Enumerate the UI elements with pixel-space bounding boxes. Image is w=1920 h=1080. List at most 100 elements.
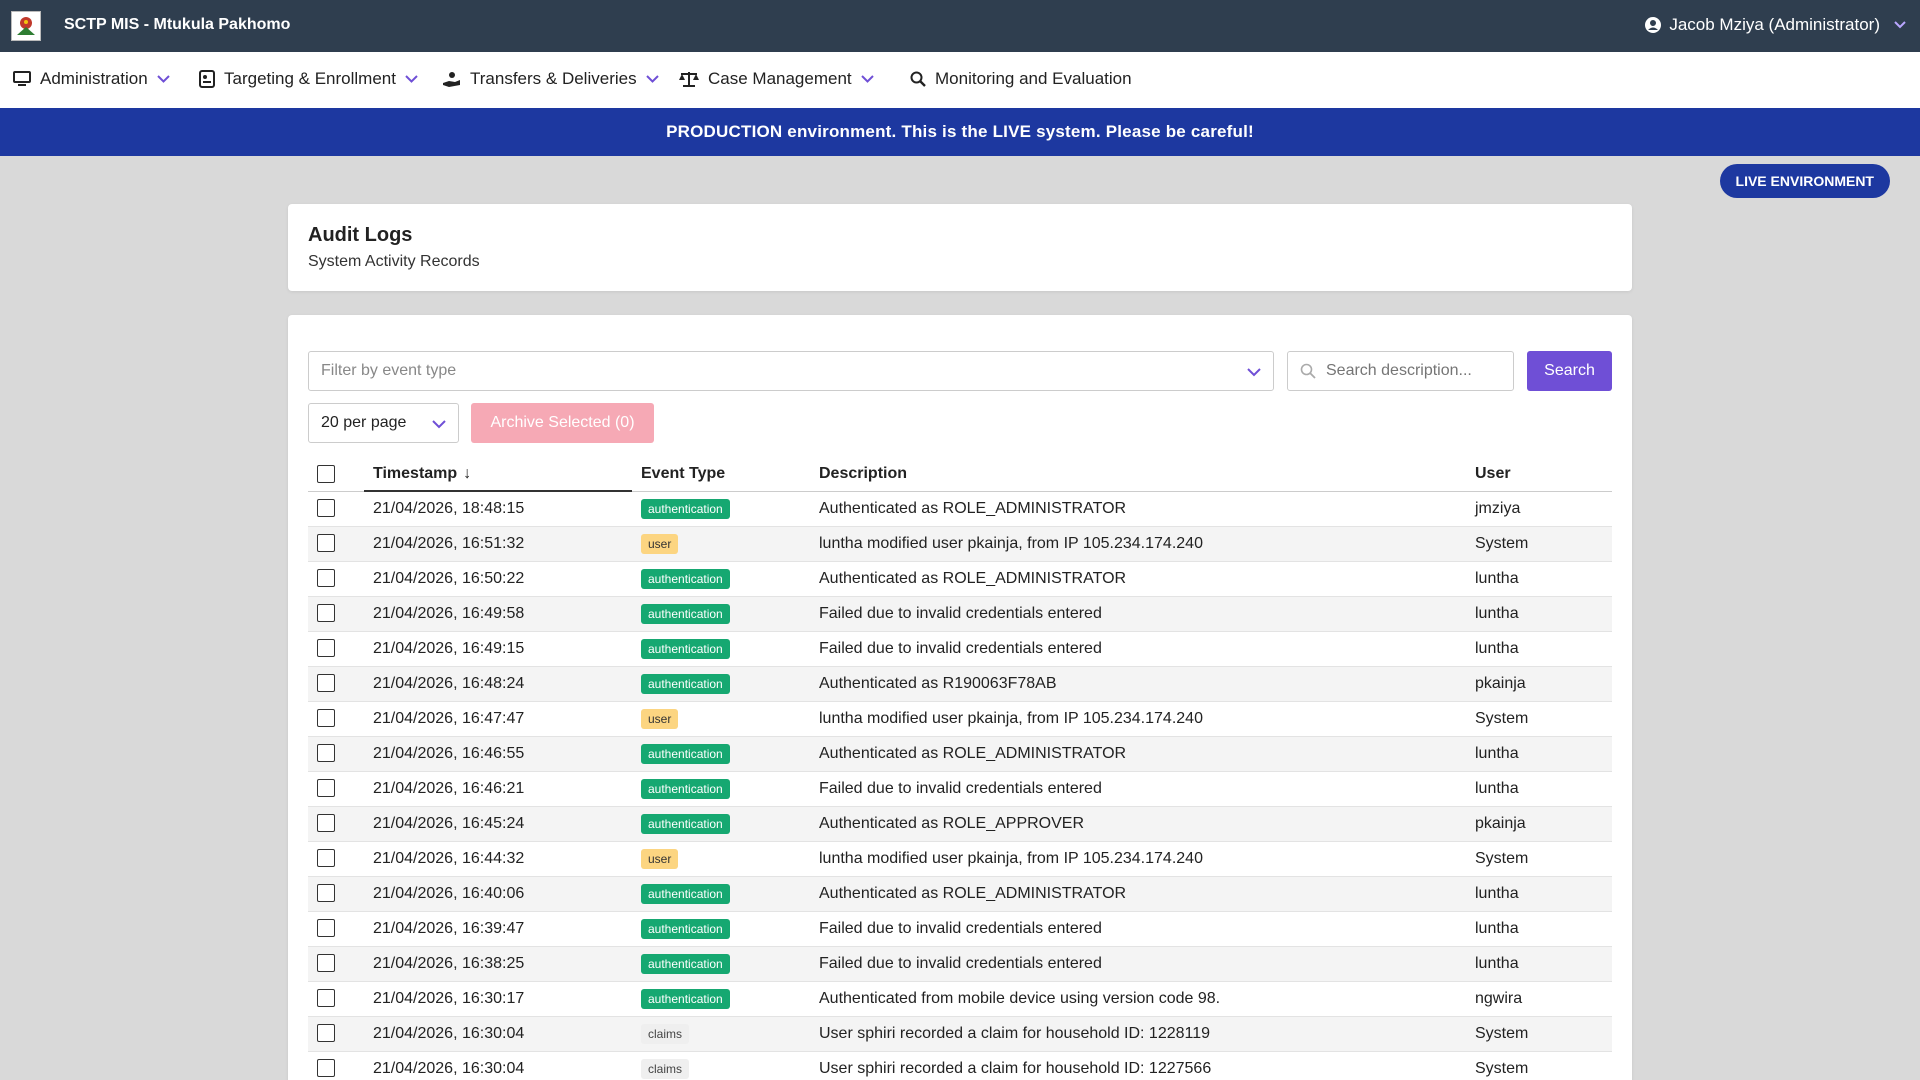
row-select-cell xyxy=(308,561,364,597)
event-type-badge: user xyxy=(641,848,679,869)
row-checkbox[interactable] xyxy=(317,744,335,763)
timestamp-cell: 21/04/2026, 16:40:06 xyxy=(364,876,632,912)
row-select-cell xyxy=(308,876,364,912)
row-checkbox[interactable] xyxy=(317,569,335,588)
timestamp-cell: 21/04/2026, 16:44:32 xyxy=(364,841,632,877)
hand-money-icon xyxy=(443,71,460,87)
event-type-cell: user xyxy=(632,841,810,877)
event-type-cell: authentication xyxy=(632,876,810,912)
user-menu[interactable]: Jacob Mziya (Administrator) xyxy=(1645,15,1906,35)
row-checkbox[interactable] xyxy=(317,709,335,728)
nav-item-transfers-deliveries[interactable]: Transfers & Deliveries xyxy=(442,69,659,89)
search-input[interactable] xyxy=(1326,362,1486,380)
timestamp-cell: 21/04/2026, 16:38:25 xyxy=(364,946,632,982)
timestamp-header-label: Timestamp xyxy=(373,464,458,482)
event-type-badge: authentication xyxy=(641,988,730,1009)
user-cell: luntha xyxy=(1475,911,1612,947)
timestamp-header[interactable]: Timestamp ↓ xyxy=(364,457,632,492)
event-type-badge: authentication xyxy=(641,953,730,974)
row-checkbox[interactable] xyxy=(317,954,335,973)
row-checkbox[interactable] xyxy=(317,1024,335,1043)
page-title: Audit Logs xyxy=(308,224,413,246)
user-menu-label: Jacob Mziya (Administrator) xyxy=(1669,15,1880,34)
user-cell: jmziya xyxy=(1475,491,1612,527)
description-cell: Authenticated as ROLE_ADMINISTRATOR xyxy=(810,491,1475,527)
row-checkbox[interactable] xyxy=(317,674,335,693)
timestamp-cell: 21/04/2026, 16:30:04 xyxy=(364,1016,632,1052)
event-type-filter[interactable]: Filter by event type xyxy=(308,351,1274,391)
timestamp-cell: 21/04/2026, 16:45:24 xyxy=(364,806,632,842)
app-logo[interactable] xyxy=(11,11,41,41)
event-type-cell: claims xyxy=(632,1016,810,1052)
row-select-cell xyxy=(308,946,364,982)
chevron-down-icon xyxy=(645,75,659,83)
table-row[interactable]: 21/04/2026, 16:30:17 authentication Authen… xyxy=(308,981,1612,1017)
table-row[interactable]: 21/04/2026, 16:50:22 authentication Authen… xyxy=(308,561,1612,597)
select-all-cell xyxy=(308,457,364,492)
chevron-down-icon xyxy=(1894,21,1906,29)
table-row[interactable]: 21/04/2026, 18:48:15 authentication Authen… xyxy=(308,491,1612,527)
event-type-cell: authentication xyxy=(632,561,810,597)
description-cell: Authenticated as ROLE_APPROVER xyxy=(810,806,1475,842)
select-all-checkbox[interactable] xyxy=(317,464,335,483)
table-row[interactable]: 21/04/2026, 16:39:47 authentication Failed… xyxy=(308,911,1612,947)
event-type-cell: authentication xyxy=(632,806,810,842)
table-row[interactable]: 21/04/2026, 16:45:24 authentication Authen… xyxy=(308,806,1612,842)
row-checkbox[interactable] xyxy=(317,989,335,1008)
user-cell: luntha xyxy=(1475,596,1612,632)
table-row[interactable]: 21/04/2026, 16:51:32 user luntha modified … xyxy=(308,526,1612,562)
user-cell: ngwira xyxy=(1475,981,1612,1017)
event-type-cell: claims xyxy=(632,1051,810,1080)
nav-item-administration[interactable]: Administration xyxy=(13,69,170,89)
table-row[interactable]: 21/04/2026, 16:30:04 claims User sphiri re… xyxy=(308,1016,1612,1052)
table-row[interactable]: 21/04/2026, 16:47:47 user luntha modified … xyxy=(308,701,1612,737)
description-cell: Failed due to invalid credentials entere… xyxy=(810,596,1475,632)
table-row[interactable]: 21/04/2026, 16:49:15 authentication Failed… xyxy=(308,631,1612,667)
table-row[interactable]: 21/04/2026, 16:44:32 user luntha modified … xyxy=(308,841,1612,877)
description-cell: Authenticated as ROLE_ADMINISTRATOR xyxy=(810,876,1475,912)
nav-item-monitoring-evaluation[interactable]: Monitoring and Evaluation xyxy=(910,69,1132,89)
event-type-cell: authentication xyxy=(632,911,810,947)
row-checkbox[interactable] xyxy=(317,499,335,518)
chevron-down-icon xyxy=(432,420,446,429)
table-row[interactable]: 21/04/2026, 16:46:21 authentication Failed… xyxy=(308,771,1612,807)
table-row[interactable]: 21/04/2026, 16:40:06 authentication Authen… xyxy=(308,876,1612,912)
table-row[interactable]: 21/04/2026, 16:48:24 authentication Authen… xyxy=(308,666,1612,702)
table-header-row: Timestamp ↓ Event Type Description User xyxy=(308,457,1612,492)
timestamp-cell: 21/04/2026, 16:30:04 xyxy=(364,1051,632,1080)
per-page-select[interactable]: 20 per page xyxy=(308,403,459,443)
nav-item-targeting-enrollment[interactable]: Targeting & Enrollment xyxy=(199,69,418,89)
table-row[interactable]: 21/04/2026, 16:49:58 authentication Failed… xyxy=(308,596,1612,632)
timestamp-cell: 21/04/2026, 16:49:15 xyxy=(364,631,632,667)
row-checkbox[interactable] xyxy=(317,1059,335,1078)
nav-label: Monitoring and Evaluation xyxy=(935,69,1132,88)
row-checkbox[interactable] xyxy=(317,919,335,938)
row-checkbox[interactable] xyxy=(317,604,335,623)
row-select-cell xyxy=(308,701,364,737)
top-bar: SCTP MIS - Mtukula Pakhomo Jacob Mziya (… xyxy=(0,0,1920,52)
row-checkbox[interactable] xyxy=(317,639,335,658)
row-checkbox[interactable] xyxy=(317,779,335,798)
event-type-filter-placeholder: Filter by event type xyxy=(321,362,457,379)
nav-item-case-management[interactable]: Case Management xyxy=(679,69,874,89)
event-type-cell: user xyxy=(632,701,810,737)
description-cell: luntha modified user pkainja, from IP 10… xyxy=(810,701,1475,737)
app-title[interactable]: SCTP MIS - Mtukula Pakhomo xyxy=(64,16,290,34)
description-cell: Authenticated from mobile device using v… xyxy=(810,981,1475,1017)
description-cell: luntha modified user pkainja, from IP 10… xyxy=(810,526,1475,562)
user-cell: luntha xyxy=(1475,771,1612,807)
scale-icon xyxy=(679,72,699,87)
table-row[interactable]: 21/04/2026, 16:30:04 claims User sphiri re… xyxy=(308,1051,1612,1080)
row-checkbox[interactable] xyxy=(317,849,335,868)
monitor-icon xyxy=(13,71,31,86)
user-cell: pkainja xyxy=(1475,666,1612,702)
archive-selected-button[interactable]: Archive Selected (0) xyxy=(471,403,654,443)
event-type-badge: authentication xyxy=(641,498,730,519)
search-field[interactable] xyxy=(1287,351,1514,391)
row-checkbox[interactable] xyxy=(317,884,335,903)
search-button[interactable]: Search xyxy=(1527,351,1612,391)
row-checkbox[interactable] xyxy=(317,534,335,553)
row-checkbox[interactable] xyxy=(317,814,335,833)
table-row[interactable]: 21/04/2026, 16:38:25 authentication Failed… xyxy=(308,946,1612,982)
table-row[interactable]: 21/04/2026, 16:46:55 authentication Authen… xyxy=(308,736,1612,772)
